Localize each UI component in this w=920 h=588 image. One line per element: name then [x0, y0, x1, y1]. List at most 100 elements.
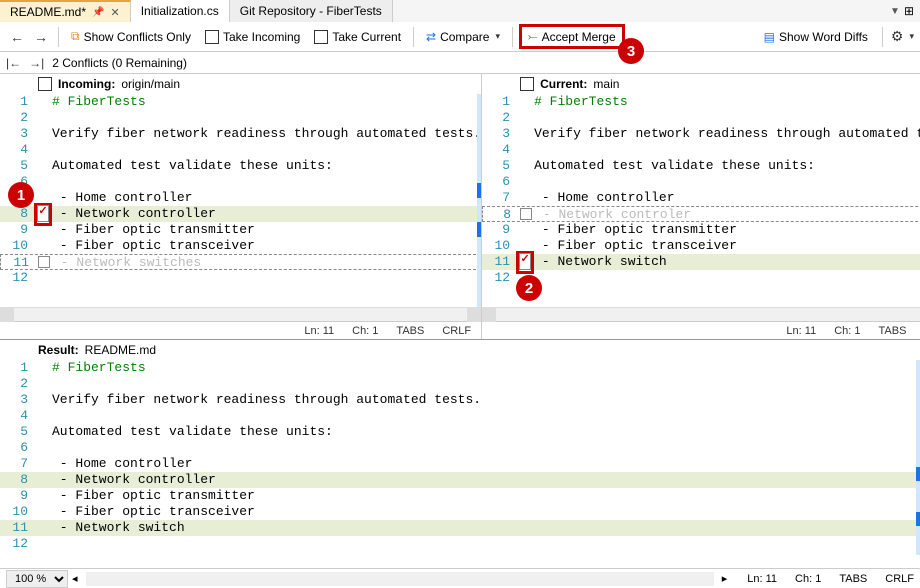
- conflict-checkbox-incoming-8[interactable]: [37, 205, 48, 222]
- current-header: Current: main: [482, 74, 920, 94]
- chevron-down-icon: ▾: [495, 31, 500, 42]
- take-current-button[interactable]: Take Current: [308, 27, 407, 47]
- conflict-checkbox-current-8[interactable]: [520, 208, 532, 220]
- incoming-pane: Incoming: origin/main 1# FiberTests 2 3V…: [0, 74, 482, 339]
- code-line: - Fiber optic transmitter: [52, 222, 481, 238]
- status-ln: Ln: 11: [304, 325, 334, 337]
- pin-icon[interactable]: 📌: [92, 7, 104, 18]
- take-incoming-button[interactable]: Take Incoming: [199, 27, 306, 47]
- overview-ruler[interactable]: [477, 94, 481, 307]
- show-conflicts-button[interactable]: ⧉ Show Conflicts Only: [65, 26, 197, 47]
- result-code[interactable]: 1# FiberTests 2 3Verify fiber network re…: [0, 360, 920, 555]
- code-line: [52, 376, 920, 392]
- conflicts-icon: ⧉: [71, 29, 80, 44]
- merge-toolbar: ← → ⧉ Show Conflicts Only Take Incoming …: [0, 22, 920, 52]
- code-line: [52, 110, 481, 126]
- hscroll[interactable]: [482, 307, 920, 321]
- status-crlf: CRLF: [885, 573, 914, 585]
- next-conflict-button[interactable]: →|: [29, 56, 44, 70]
- current-branch: main: [593, 77, 619, 91]
- code-line: # FiberTests: [534, 94, 920, 110]
- tabs-overflow: ▼ ⊞: [890, 0, 920, 22]
- code-line: Automated test validate these units:: [52, 424, 920, 440]
- code-line: [52, 440, 920, 456]
- code-line: - Home controller: [534, 190, 920, 206]
- incoming-branch: origin/main: [121, 77, 180, 91]
- chevron-left-icon[interactable]: ◂: [72, 572, 78, 585]
- tab-label: Git Repository - FiberTests: [240, 4, 382, 18]
- btn-label: Take Current: [332, 30, 401, 44]
- code-line: [534, 270, 920, 286]
- back-button[interactable]: ←: [6, 29, 28, 45]
- code-line: - Fiber optic transmitter: [534, 222, 920, 238]
- compare-icon: ⇄: [426, 30, 436, 44]
- incoming-icon: [38, 77, 52, 91]
- incoming-header: Incoming: origin/main: [0, 74, 481, 94]
- btn-label: Take Incoming: [223, 30, 300, 44]
- code-line: Verify fiber network readiness through a…: [52, 392, 920, 408]
- incoming-code[interactable]: 1# FiberTests 2 3Verify fiber network re…: [0, 94, 481, 307]
- tab-bar: README.md* 📌 ✕ Initialization.cs Git Rep…: [0, 0, 920, 22]
- conflict-checkbox-incoming-11[interactable]: [38, 256, 50, 268]
- incoming-icon: [205, 30, 219, 44]
- tab-label: README.md*: [10, 5, 86, 19]
- accept-merge-button[interactable]: ⤚ Accept Merge: [519, 24, 625, 49]
- window-plus-icon[interactable]: ⊞: [904, 4, 914, 18]
- overview-ruler[interactable]: [916, 360, 920, 555]
- bottom-status-bar: 100 % ◂ ▸ Ln: 11 Ch: 1 TABS CRLF: [0, 568, 920, 588]
- chevron-down-icon[interactable]: ▾: [909, 31, 914, 42]
- tab-initialization[interactable]: Initialization.cs: [131, 0, 230, 22]
- gear-icon[interactable]: ⚙: [891, 28, 904, 45]
- hscroll[interactable]: [86, 572, 714, 586]
- btn-label: Show Word Diffs: [779, 30, 868, 44]
- code-line: Verify fiber network readiness through a…: [52, 126, 481, 142]
- code-line: - Fiber optic transmitter: [52, 488, 920, 504]
- status-tabs: TABS: [839, 573, 867, 585]
- code-line: - Network controler: [535, 207, 920, 221]
- code-line: [52, 174, 481, 190]
- status-tabs: TABS: [396, 325, 424, 337]
- code-line: Automated test validate these units:: [52, 158, 481, 174]
- status-ch: Ch: 1: [834, 325, 860, 337]
- code-line: [52, 408, 920, 424]
- btn-label: Show Conflicts Only: [84, 30, 191, 44]
- code-line: - Fiber optic transceiver: [52, 238, 481, 254]
- code-line: - Network switch: [52, 520, 920, 536]
- incoming-label: Incoming:: [58, 77, 115, 91]
- chevron-down-icon[interactable]: ▼: [890, 6, 900, 17]
- hscroll[interactable]: [0, 307, 481, 321]
- result-filename: README.md: [85, 343, 156, 357]
- code-line: - Fiber optic transceiver: [534, 238, 920, 254]
- code-line: [52, 270, 481, 286]
- code-line: [52, 142, 481, 158]
- tab-git-repo[interactable]: Git Repository - FiberTests: [230, 0, 393, 22]
- show-word-diffs-button[interactable]: ▤ Show Word Diffs: [758, 27, 874, 47]
- code-line: [534, 110, 920, 126]
- btn-label: Accept Merge: [542, 30, 616, 44]
- result-label: Result:: [38, 343, 79, 357]
- current-code[interactable]: 1# FiberTests 2 3Verify fiber network re…: [482, 94, 920, 307]
- status-crlf: CRLF: [442, 325, 471, 337]
- code-line: - Network controller: [52, 206, 481, 222]
- prev-conflict-button[interactable]: |←: [6, 56, 21, 70]
- status-ln: Ln: 11: [747, 573, 777, 585]
- close-icon[interactable]: ✕: [110, 6, 119, 19]
- tab-readme[interactable]: README.md* 📌 ✕: [0, 0, 131, 22]
- btn-label: Compare: [440, 30, 489, 44]
- code-line: - Home controller: [52, 190, 481, 206]
- zoom-select[interactable]: 100 %: [6, 570, 68, 588]
- forward-button[interactable]: →: [30, 29, 52, 45]
- code-line: - Network switch: [534, 254, 920, 270]
- compare-button[interactable]: ⇄ Compare ▾: [420, 27, 506, 47]
- code-line: # FiberTests: [52, 360, 920, 376]
- conflict-checkbox-current-11[interactable]: [519, 253, 530, 270]
- callout-2: 2: [516, 275, 542, 301]
- current-icon: [520, 77, 534, 91]
- code-line: - Fiber optic transceiver: [52, 504, 920, 520]
- result-pane: Result: README.md 1# FiberTests 2 3Verif…: [0, 339, 920, 555]
- chevron-right-icon[interactable]: ▸: [722, 572, 728, 585]
- conflict-count: 2 Conflicts (0 Remaining): [52, 56, 187, 70]
- status-ch: Ch: 1: [352, 325, 378, 337]
- code-line: Automated test validate these units:: [534, 158, 920, 174]
- code-line: - Home controller: [52, 456, 920, 472]
